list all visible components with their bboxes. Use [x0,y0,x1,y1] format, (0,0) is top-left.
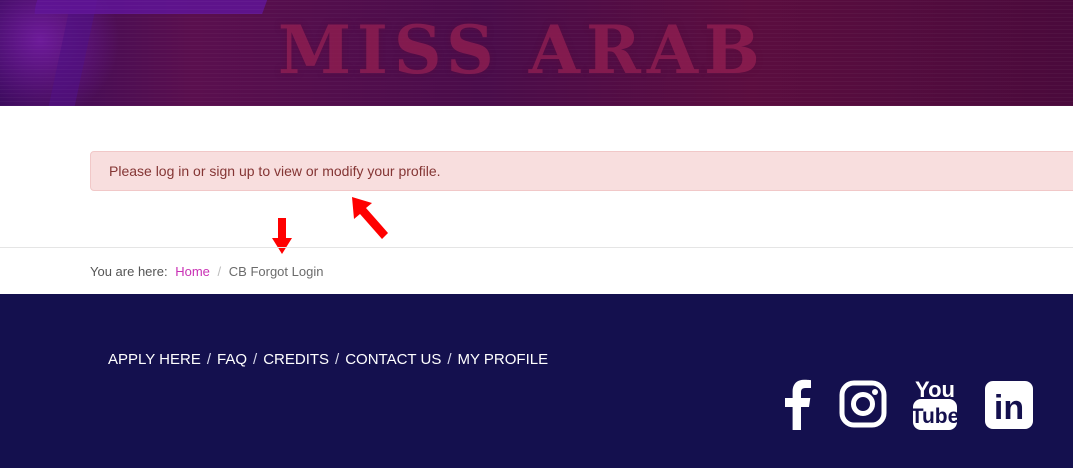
footer-separator: / [206,351,211,368]
facebook-icon [785,379,811,430]
facebook-link[interactable] [782,378,812,438]
alert-message: Please log in or sign up to view or modi… [109,163,441,179]
footer-separator: / [253,351,258,368]
footer-link-faq[interactable]: FAQ [217,351,247,368]
footer-link-profile[interactable]: MY PROFILE [458,351,549,368]
linkedin-link[interactable]: in [985,381,1033,441]
footer-link-contact[interactable]: CONTACT US [345,351,441,368]
breadcrumb-prefix: You are here: [90,264,168,279]
breadcrumb-current: CB Forgot Login [228,264,324,279]
breadcrumb-home-link[interactable]: Home [175,264,210,279]
youtube-link[interactable]: You Tube [912,376,958,436]
footer-separator: / [335,351,340,368]
youtube-icon: You Tube [912,377,958,430]
footer-separator: / [447,351,452,368]
banner-title: MISS ARAB [278,11,766,89]
footer: APPLY HERE / FAQ / CREDITS / CONTACT US / MY PRO… [0,294,1073,468]
svg-text:in: in [994,389,1024,427]
instagram-icon [839,380,887,428]
annotation-arrow-diagonal-icon [352,197,388,239]
login-required-alert: Please log in or sign up to view or modi… [90,151,1073,191]
header-banner: MISS ARAB [0,0,1073,106]
content-divider [0,247,1073,248]
footer-link-apply[interactable]: APPLY HERE [108,351,201,368]
annotation-arrow-down-icon [272,218,292,254]
footer-nav: APPLY HERE / FAQ / CREDITS / CONTACT US / MY PRO… [108,351,548,368]
breadcrumb: You are here: Home / CB Forgot Login [90,264,323,279]
linkedin-icon: in [985,381,1033,429]
footer-link-credits[interactable]: CREDITS [263,351,329,368]
instagram-link[interactable] [839,380,887,440]
svg-text:You: You [915,377,955,402]
breadcrumb-separator: / [217,264,222,279]
svg-text:Tube: Tube [912,405,958,428]
